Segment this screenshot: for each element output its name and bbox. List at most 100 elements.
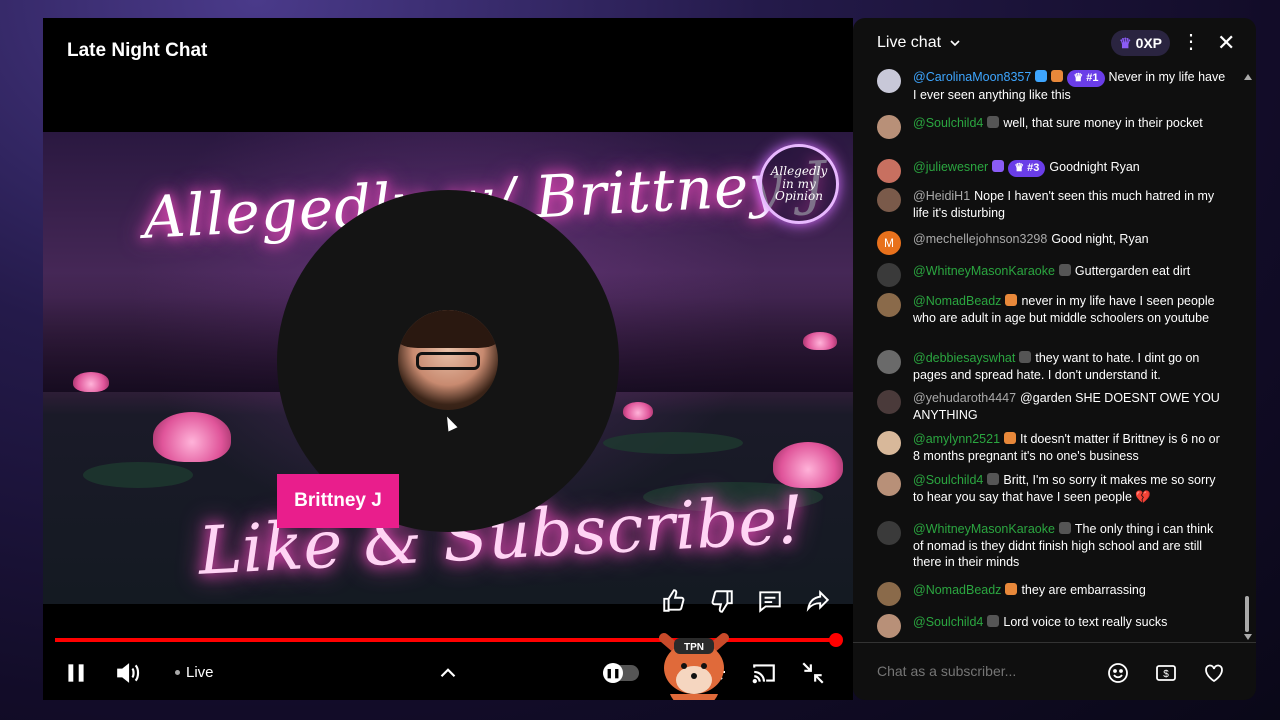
chat-message: @yehudaroth4447 @garden SHE DOESNT OWE YO… xyxy=(877,390,1227,423)
live-dot xyxy=(175,670,180,675)
scrollbar-thumb[interactable] xyxy=(1245,596,1249,632)
volume-icon[interactable] xyxy=(115,660,141,686)
chat-author[interactable]: @NomadBeadz xyxy=(913,294,1001,308)
member-badge-icon xyxy=(987,615,1000,627)
member-badge-icon xyxy=(1005,583,1018,595)
chat-author[interactable]: @yehudaroth4447 xyxy=(913,391,1016,405)
crown-icon: ♛ xyxy=(1119,34,1132,51)
member-badge-icon xyxy=(992,160,1005,172)
avatar xyxy=(877,472,901,496)
avatar xyxy=(877,188,901,212)
chat-author[interactable]: @amylynn2521 xyxy=(913,432,1000,446)
avatar xyxy=(877,69,901,93)
chat-message: @HeidiH1 Nope I haven't seen this much ha… xyxy=(877,188,1227,221)
speaker-name-tag: Brittney J xyxy=(277,474,399,528)
chat-input-bar: $ xyxy=(853,642,1256,700)
scroll-up-icon[interactable] xyxy=(1244,74,1252,80)
chat-message: @Soulchild4 well, that sure money in thei… xyxy=(877,115,1227,139)
avatar xyxy=(877,115,901,139)
avatar xyxy=(877,263,901,287)
rank-badge: ♛ #1 xyxy=(1067,70,1105,87)
close-icon[interactable]: ✕ xyxy=(1217,30,1235,56)
chat-message: @NomadBeadz never in my life have I seen … xyxy=(877,293,1227,326)
like-icon[interactable] xyxy=(661,588,687,614)
chat-message: @amylynn2521 It doesn't matter if Brittne… xyxy=(877,431,1227,464)
share-icon[interactable] xyxy=(805,588,831,614)
avatar xyxy=(877,293,901,317)
chat-text: Good night, Ryan xyxy=(1051,232,1149,246)
chat-message: @Soulchild4 Britt, I'm so sorry it makes … xyxy=(877,472,1227,505)
chat-input[interactable] xyxy=(877,655,1097,687)
emoji-icon[interactable] xyxy=(1106,661,1130,685)
video-player[interactable]: Late Night Chat Allegedly w/ Brittney J … xyxy=(43,18,853,700)
more-options-icon[interactable]: ⋮ xyxy=(1181,32,1201,52)
speaker-avatar xyxy=(398,310,498,410)
chat-text: well, that sure money in their pocket xyxy=(1003,116,1203,130)
live-indicator[interactable]: Live xyxy=(175,664,214,681)
lotus-flower xyxy=(153,412,231,462)
action-bar xyxy=(661,588,831,614)
member-badge-icon xyxy=(987,473,1000,485)
avatar: M xyxy=(877,231,901,255)
chat-author[interactable]: @Soulchild4 xyxy=(913,615,983,629)
member-badge-icon xyxy=(1058,522,1071,534)
xp-badge[interactable]: ♛ 0XP xyxy=(1111,30,1171,56)
heart-icon[interactable] xyxy=(1202,661,1226,685)
chat-message: @WhitneyMasonKaraoke Guttergarden eat dir… xyxy=(877,263,1227,287)
member-badge-icon xyxy=(1019,351,1032,363)
video-frame[interactable]: Allegedly w/ Brittney J Allegedly in my … xyxy=(43,132,853,604)
chevron-down-icon xyxy=(950,40,960,47)
avatar xyxy=(877,431,901,455)
channel-logo: Allegedly in my Opinion xyxy=(759,144,839,224)
chat-message: @NomadBeadz they are embarrassing xyxy=(877,582,1227,606)
chat-author[interactable]: @Soulchild4 xyxy=(913,116,983,130)
xp-label: 0XP xyxy=(1135,35,1163,51)
chat-author[interactable]: @CarolinaMoon8357 xyxy=(913,70,1031,84)
cast-icon[interactable] xyxy=(751,660,777,686)
avatar xyxy=(877,159,901,183)
chat-message: @juliewesner ♛ #3 Goodnight Ryan xyxy=(877,159,1227,183)
chat-author[interactable]: @WhitneyMasonKaraoke xyxy=(913,522,1055,536)
progress-scrubber[interactable] xyxy=(829,633,843,647)
pause-icon: ❚❚ xyxy=(603,663,623,683)
chat-message: @debbiesayswhat they want to hate. I dint… xyxy=(877,350,1227,383)
dislike-icon[interactable] xyxy=(709,588,735,614)
fox-badge-text: TPN xyxy=(684,642,704,653)
avatar xyxy=(877,614,901,638)
chat-message: M @mechellejohnson3298 Good night, Ryan xyxy=(877,231,1227,255)
chat-author[interactable]: @HeidiH1 xyxy=(913,189,970,203)
chat-messages: @CarolinaMoon8357 ♛ #1 Never in my life ha… xyxy=(853,68,1256,642)
pause-icon[interactable] xyxy=(63,660,89,686)
chat-author[interactable]: @NomadBeadz xyxy=(913,583,1001,597)
live-label: Live xyxy=(186,664,214,681)
rank-badge: ♛ #3 xyxy=(1008,160,1046,177)
chevron-up-icon[interactable] xyxy=(435,660,461,686)
chat-text: Goodnight Ryan xyxy=(1049,160,1140,174)
avatar xyxy=(877,582,901,606)
scroll-down-icon[interactable] xyxy=(1244,634,1252,640)
fox-mascot-icon: TPN xyxy=(659,633,729,700)
video-title: Late Night Chat xyxy=(67,40,208,61)
super-chat-icon[interactable]: $ xyxy=(1154,661,1178,685)
member-badge-icon xyxy=(987,116,1000,128)
chat-text: Lord voice to text really sucks xyxy=(1003,615,1168,629)
chat-author[interactable]: @WhitneyMasonKaraoke xyxy=(913,264,1055,278)
exit-fullscreen-icon[interactable] xyxy=(800,660,826,686)
autoplay-toggle[interactable]: ❚❚ xyxy=(603,663,639,683)
lotus-flower xyxy=(803,332,837,350)
chat-text: Guttergarden eat dirt xyxy=(1074,264,1191,278)
chat-title: Live chat xyxy=(877,34,942,51)
avatar xyxy=(877,390,901,414)
chat-scrollbar[interactable] xyxy=(1244,74,1252,642)
chat-message: @Soulchild4 Lord voice to text really suc… xyxy=(877,614,1227,638)
chat-author[interactable]: @mechellejohnson3298 xyxy=(913,232,1047,246)
comment-icon[interactable] xyxy=(757,588,783,614)
chat-mode-dropdown[interactable]: Live chat xyxy=(877,34,963,52)
verified-badge-icon xyxy=(1035,70,1048,82)
member-badge-icon xyxy=(1005,294,1018,306)
chat-author[interactable]: @juliewesner xyxy=(913,160,988,174)
lotus-flower xyxy=(623,402,653,420)
avatar xyxy=(877,350,901,374)
chat-author[interactable]: @debbiesayswhat xyxy=(913,351,1015,365)
chat-author[interactable]: @Soulchild4 xyxy=(913,473,983,487)
